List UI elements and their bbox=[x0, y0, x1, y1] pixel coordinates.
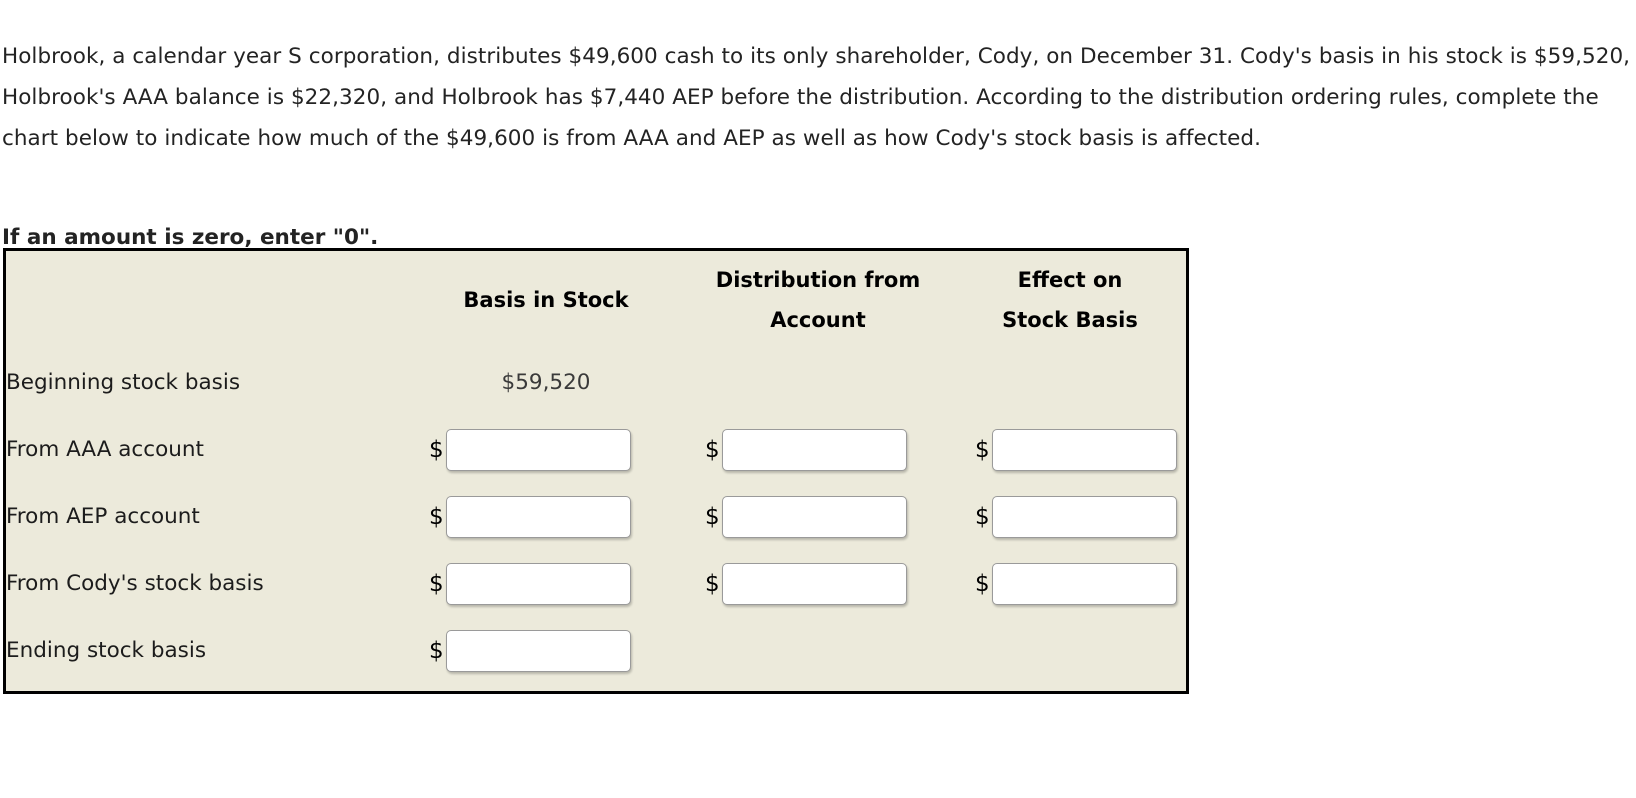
problem-statement: Holbrook, a calendar year S corporation,… bbox=[2, 43, 1631, 151]
input-aaa-distribution-from-account[interactable] bbox=[721, 428, 907, 471]
column-header-effect-on-stock-basis: Effect on Stock Basis bbox=[954, 251, 1186, 349]
column-header-distribution-line1: Distribution from bbox=[715, 268, 921, 292]
column-header-basis-in-stock: Basis in Stock bbox=[410, 251, 682, 349]
cell-aaa-basis: $ bbox=[410, 416, 682, 483]
dollar-sign-icon: $ bbox=[975, 571, 990, 597]
input-cody-distribution-from-account[interactable] bbox=[721, 562, 907, 605]
field-group: $ bbox=[410, 428, 682, 471]
row-label-ending-stock-basis: Ending stock basis bbox=[6, 638, 207, 663]
row-label-from-aaa-account: From AAA account bbox=[6, 437, 204, 462]
ending-effect-empty bbox=[954, 617, 1186, 684]
dollar-sign-icon: $ bbox=[705, 437, 720, 463]
table-row: From Cody's stock basis $ $ $ bbox=[6, 550, 1186, 617]
field-group: $ bbox=[954, 495, 1186, 538]
column-header-effect-line1: Effect on bbox=[1017, 268, 1123, 292]
input-aep-basis-in-stock[interactable] bbox=[445, 495, 631, 538]
dollar-sign-icon: $ bbox=[429, 571, 444, 597]
beginning-stock-basis-value: $59,520 bbox=[501, 370, 591, 395]
field-group: $ bbox=[410, 629, 682, 672]
input-cody-basis-in-stock[interactable] bbox=[445, 562, 631, 605]
chart-table-header: Basis in Stock Distribution from Account… bbox=[6, 251, 1186, 349]
row-label-beginning-stock-basis: Beginning stock basis bbox=[6, 370, 241, 395]
field-group: $ bbox=[410, 562, 682, 605]
column-header-basis-in-stock-line2: Basis in Stock bbox=[463, 288, 629, 312]
beginning-distribution-empty bbox=[682, 349, 954, 416]
field-group: $ bbox=[682, 428, 954, 471]
table-row: From AAA account $ $ $ bbox=[6, 416, 1186, 483]
cell-cody-effect: $ bbox=[954, 550, 1186, 617]
cell-aep-distribution: $ bbox=[682, 483, 954, 550]
input-aaa-effect-on-stock-basis[interactable] bbox=[991, 428, 1177, 471]
chart-table: Basis in Stock Distribution from Account… bbox=[6, 251, 1186, 684]
column-header-distribution-from-account: Distribution from Account bbox=[682, 251, 954, 349]
field-group: $ bbox=[682, 495, 954, 538]
row-label-from-aep-account: From AEP account bbox=[6, 504, 200, 529]
input-aaa-basis-in-stock[interactable] bbox=[445, 428, 631, 471]
cell-ending-basis: $ bbox=[410, 617, 682, 684]
column-header-effect-line2: Stock Basis bbox=[1002, 308, 1138, 332]
dollar-sign-icon: $ bbox=[429, 504, 444, 530]
column-header-distribution-line2: Account bbox=[770, 308, 866, 332]
cell-aep-effect: $ bbox=[954, 483, 1186, 550]
cell-aep-basis: $ bbox=[410, 483, 682, 550]
field-group: $ bbox=[682, 562, 954, 605]
field-group: $ bbox=[410, 495, 682, 538]
header-row: Basis in Stock Distribution from Account… bbox=[6, 251, 1186, 349]
table-row: Beginning stock basis $59,520 bbox=[6, 349, 1186, 416]
dollar-sign-icon: $ bbox=[705, 571, 720, 597]
dollar-sign-icon: $ bbox=[975, 437, 990, 463]
dollar-sign-icon: $ bbox=[705, 504, 720, 530]
beginning-effect-empty bbox=[954, 349, 1186, 416]
answer-chart: Basis in Stock Distribution from Account… bbox=[3, 248, 1189, 694]
input-aep-distribution-from-account[interactable] bbox=[721, 495, 907, 538]
table-row: Ending stock basis $ bbox=[6, 617, 1186, 684]
cell-aaa-distribution: $ bbox=[682, 416, 954, 483]
page-root: Holbrook, a calendar year S corporation,… bbox=[0, 0, 1636, 798]
cell-cody-basis: $ bbox=[410, 550, 682, 617]
dollar-sign-icon: $ bbox=[429, 437, 444, 463]
dollar-sign-icon: $ bbox=[429, 638, 444, 664]
field-group: $ bbox=[954, 562, 1186, 605]
input-ending-basis-in-stock[interactable] bbox=[445, 629, 631, 672]
input-cody-effect-on-stock-basis[interactable] bbox=[991, 562, 1177, 605]
column-header-blank bbox=[6, 251, 410, 349]
input-aep-effect-on-stock-basis[interactable] bbox=[991, 495, 1177, 538]
cell-cody-distribution: $ bbox=[682, 550, 954, 617]
field-group: $ bbox=[954, 428, 1186, 471]
chart-table-body: Beginning stock basis $59,520 From AAA a… bbox=[6, 349, 1186, 684]
row-label-from-codys-stock-basis: From Cody's stock basis bbox=[6, 571, 264, 596]
ending-distribution-empty bbox=[682, 617, 954, 684]
dollar-sign-icon: $ bbox=[975, 504, 990, 530]
cell-aaa-effect: $ bbox=[954, 416, 1186, 483]
table-row: From AEP account $ $ $ bbox=[6, 483, 1186, 550]
